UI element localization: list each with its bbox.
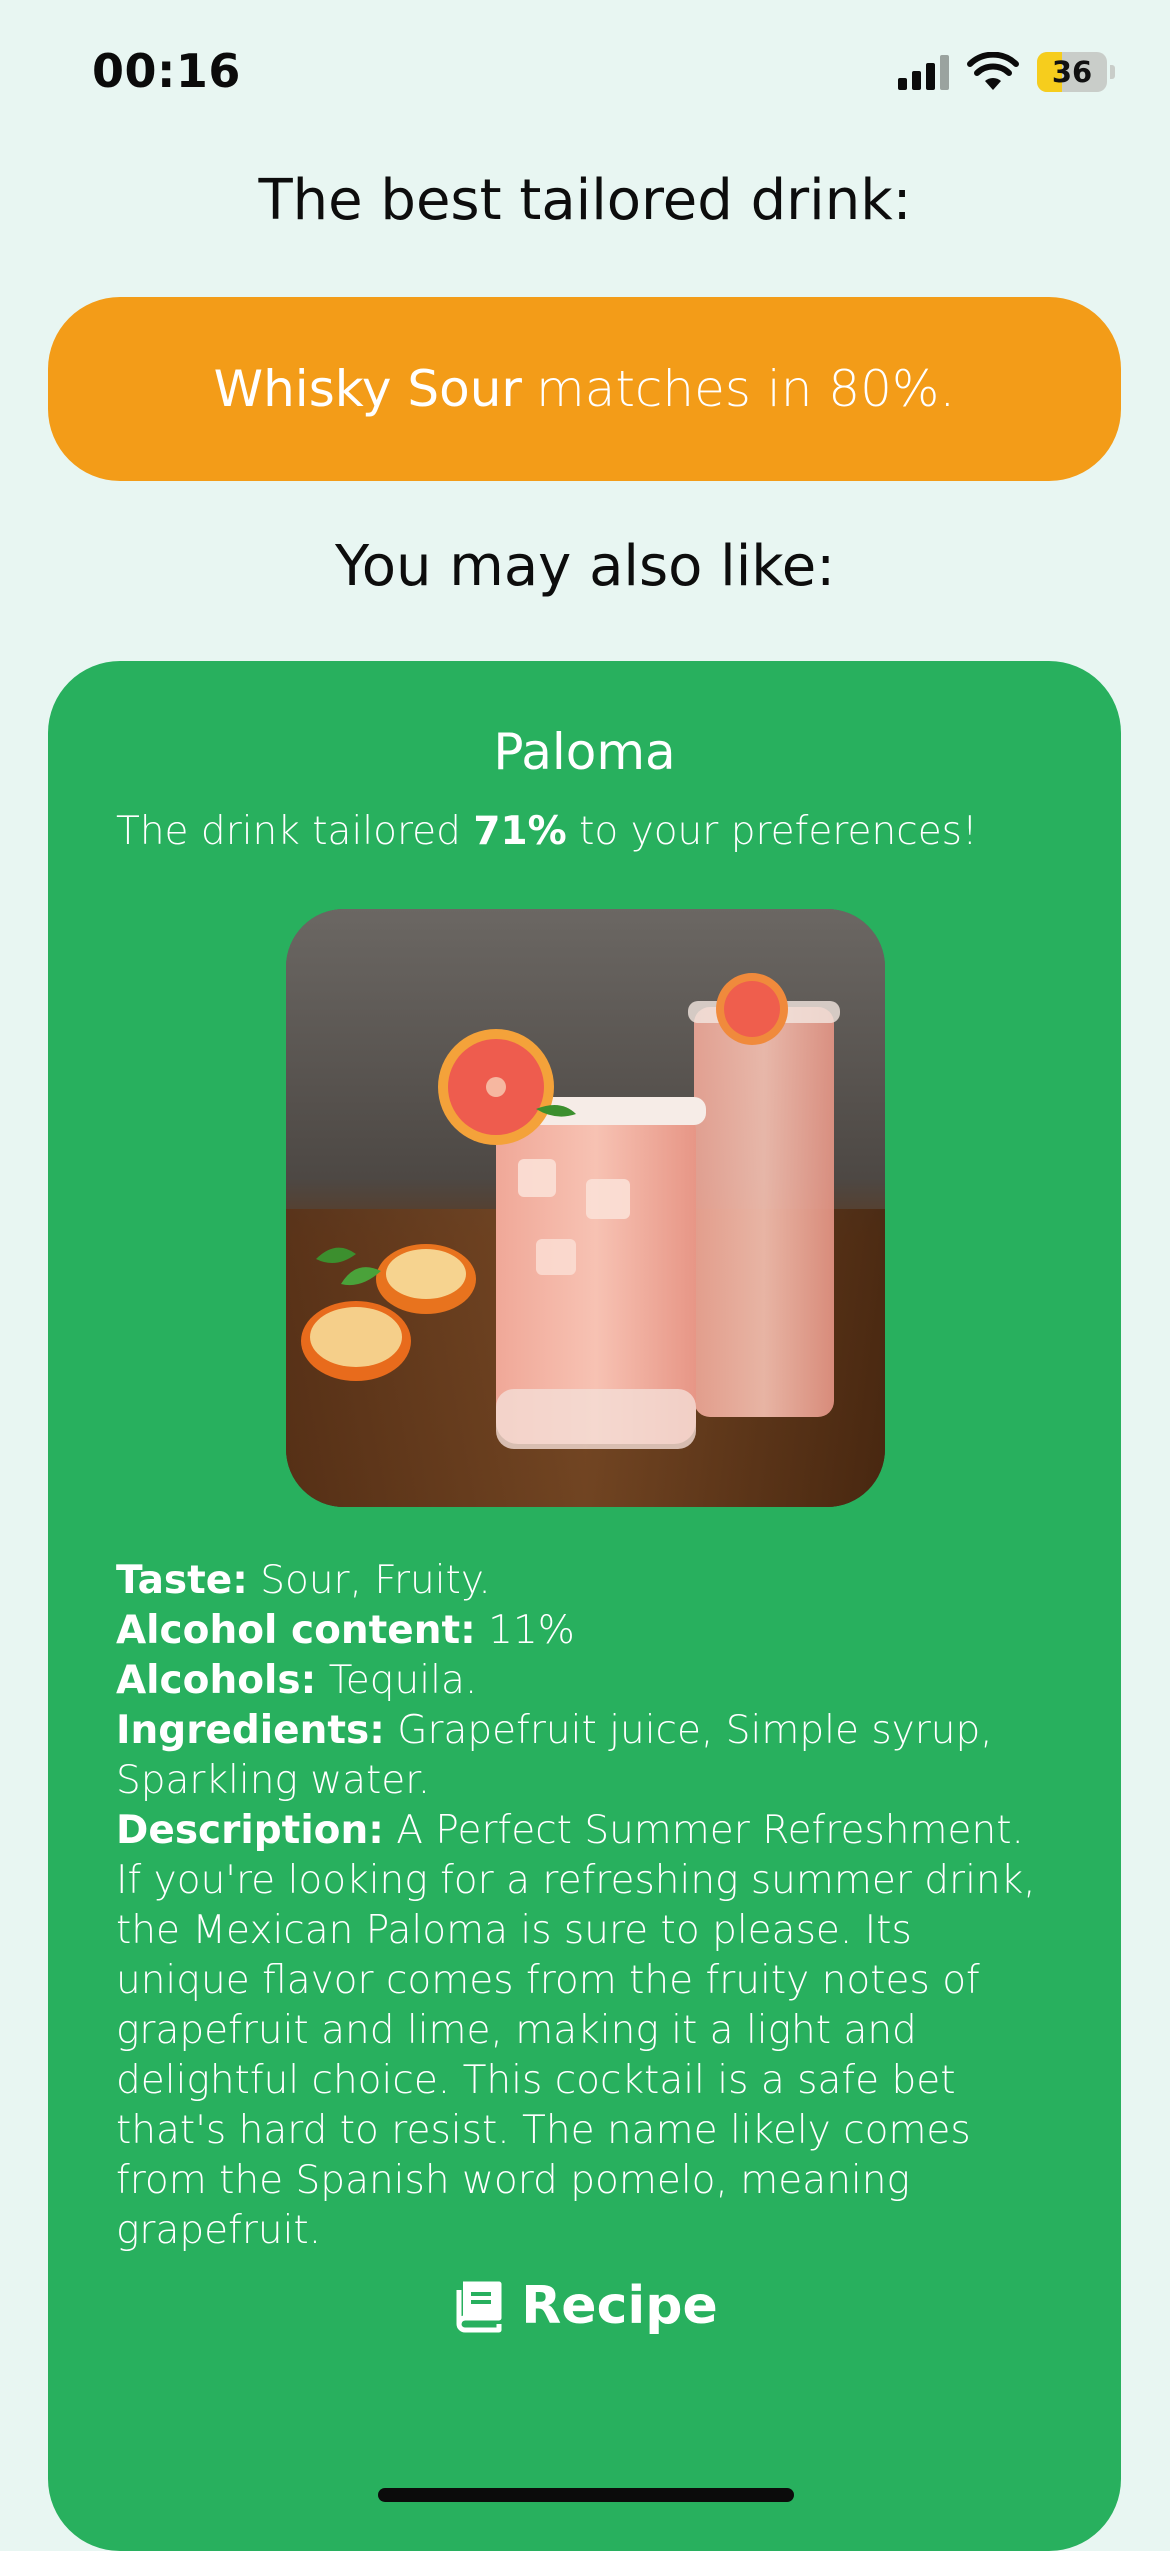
book-icon — [456, 2281, 502, 2333]
card-title: Paloma — [493, 723, 676, 781]
best-match-banner[interactable]: Whisky Sour matches in 80%. — [48, 297, 1121, 481]
taste-row: Taste: Sour, Fruity. — [116, 1556, 1056, 1606]
subtitle-prefix: The drink tailored — [116, 809, 474, 854]
status-bar: 00:16 36 — [0, 0, 1170, 150]
alcohols-value: Tequila. — [328, 1658, 478, 1703]
alcohol-content-label: Alcohol content: — [116, 1608, 476, 1653]
status-time: 00:16 — [92, 44, 241, 98]
also-like-heading: You may also like: — [334, 534, 836, 599]
status-icons: 36 — [898, 50, 1115, 94]
taste-value: Sour, Fruity. — [260, 1558, 491, 1603]
alcohols-label: Alcohols: — [116, 1658, 317, 1703]
description-value: A Perfect Summer Refreshment. If you're … — [116, 1808, 1036, 2253]
subtitle-suffix: to your preferences! — [566, 809, 978, 854]
subtitle-percent: 71% — [473, 809, 567, 854]
cellular-signal-icon — [898, 54, 949, 90]
drink-details: Taste: Sour, Fruity. Alcohol content: 11… — [116, 1556, 1056, 2256]
wifi-icon — [967, 52, 1019, 90]
recipe-button[interactable]: Recipe — [48, 2276, 1121, 2336]
alcohol-content-value: 11% — [488, 1608, 575, 1653]
description-row: Description: A Perfect Summer Refreshmen… — [116, 1806, 1056, 2256]
ingredients-row: Ingredients: Grapefruit juice, Simple sy… — [116, 1706, 1056, 1806]
battery-level: 36 — [1051, 55, 1093, 89]
description-label: Description: — [116, 1808, 384, 1853]
battery-icon: 36 — [1037, 52, 1115, 92]
best-match-text: matches in 80%. — [535, 360, 956, 418]
taste-label: Taste: — [116, 1558, 248, 1603]
best-drink-heading: The best tailored drink: — [258, 168, 912, 233]
best-drink-name: Whisky Sour — [213, 360, 522, 418]
recommendation-card: Paloma The drink tailored 71% to your pr… — [48, 661, 1121, 2551]
recipe-label: Recipe — [521, 2276, 718, 2336]
alcohols-row: Alcohols: Tequila. — [116, 1656, 1056, 1706]
cocktail-photo — [286, 909, 885, 1507]
card-subtitle: The drink tailored 71% to your preferenc… — [116, 809, 978, 854]
alcohol-content-row: Alcohol content: 11% — [116, 1606, 1056, 1656]
ingredients-label: Ingredients: — [116, 1708, 385, 1753]
home-indicator[interactable] — [378, 2488, 794, 2502]
